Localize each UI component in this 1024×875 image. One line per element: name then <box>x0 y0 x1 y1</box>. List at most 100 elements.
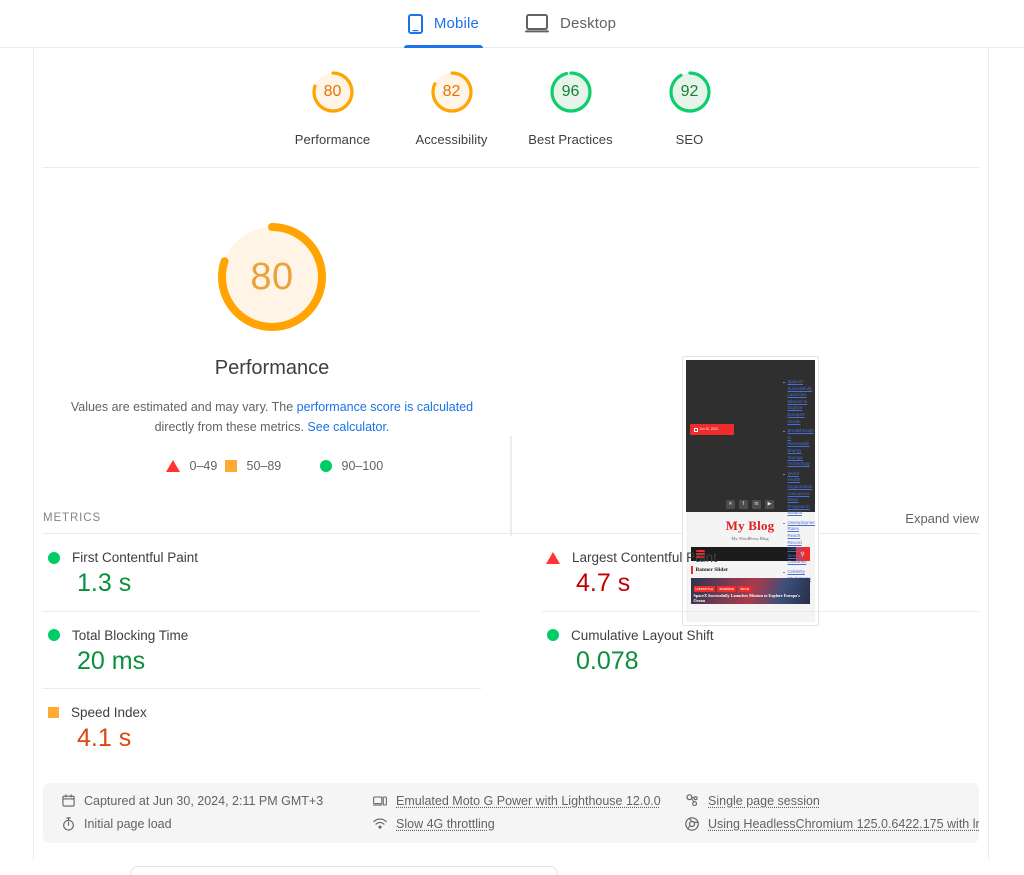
performance-gauge: 80 <box>210 215 334 339</box>
linkedin-icon: in <box>752 500 761 509</box>
square-icon <box>224 460 237 472</box>
tab-desktop[interactable]: Desktop <box>521 0 620 48</box>
metric-label: Speed Index <box>71 705 147 720</box>
environment-footer: Captured at Jun 30, 2024, 2:11 PM GMT+3 … <box>43 782 979 843</box>
circle-icon <box>48 629 60 641</box>
category-seo[interactable]: 92 SEO <box>630 68 749 147</box>
metric-label: First Contentful Paint <box>72 550 199 565</box>
legend-item-poor: 0–49 <box>130 459 225 473</box>
gauge-ring-accessibility: 82 <box>428 68 476 116</box>
list-item: Breakthrough in Renewable Energy Storage… <box>782 428 814 468</box>
metric-label: Total Blocking Time <box>72 627 189 643</box>
device-icon <box>373 794 387 808</box>
circle-icon <box>48 551 60 564</box>
score-best-practices: 96 <box>561 83 580 100</box>
metric-speed-index[interactable]: Speed Index 4.1 s <box>43 689 511 767</box>
score-legend: 0–49 50–89 90–100 <box>34 459 510 473</box>
score-disclaimer: Values are estimated and may vary. The p… <box>62 397 482 437</box>
list-item: World Health Organization Announces Majo… <box>782 471 813 517</box>
metric-value: 0.078 <box>576 646 639 675</box>
metric-largest-contentful-paint[interactable]: Largest Contentful Paint 4.7 s <box>511 534 979 612</box>
report-card: 80 Performance 82 Accessibility 96 Best … <box>33 48 989 860</box>
category-label-performance: Performance <box>294 132 371 147</box>
score-performance: 80 <box>323 83 342 100</box>
legend-item-good: 90–100 <box>319 459 415 473</box>
score-seo: 92 <box>680 83 699 100</box>
hero-section: 80 Performance Values are estimated and … <box>34 168 988 626</box>
list-item: SpaceX Successfully Launches Mission to … <box>782 379 813 425</box>
session-icon <box>685 794 699 808</box>
footer-throttling[interactable]: Slow 4G throttling <box>355 817 667 831</box>
footer-browser-version[interactable]: Using HeadlessChromium 125.0.6422.175 wi… <box>667 817 979 831</box>
footer-label: Slow 4G throttling <box>396 816 495 831</box>
youtube-icon: ▶ <box>765 500 774 509</box>
pagespeed-report: Mobile Desktop 80 Performance 82 Accessi… <box>0 0 1024 875</box>
footer-label: Initial page load <box>84 816 172 831</box>
gauge-ring-performance: 80 <box>309 68 357 116</box>
legend-item-average: 50–89 <box>224 459 320 473</box>
gauge-ring-best-practices: 96 <box>547 68 595 116</box>
metrics-grid: First Contentful Paint 1.3 s Largest Con… <box>34 534 988 767</box>
triangle-icon <box>546 551 560 564</box>
gauge-ring-seo: 92 <box>666 68 714 116</box>
disclaimer-text-1: Values are estimated and may vary. The <box>70 400 297 414</box>
metric-empty-slot <box>511 689 979 767</box>
metric-total-blocking-time[interactable]: Total Blocking Time 20 ms <box>43 612 511 690</box>
category-best-practices[interactable]: 96 Best Practices <box>511 68 630 147</box>
tab-mobile-label: Mobile <box>433 15 479 32</box>
category-label-seo: SEO <box>675 132 704 147</box>
metric-first-contentful-paint[interactable]: First Contentful Paint 1.3 s <box>43 534 511 612</box>
disclaimer-text-2: directly from these metrics. <box>154 420 308 434</box>
metric-value: 1.3 s <box>77 569 132 597</box>
calendar-icon <box>61 794 75 808</box>
metric-cumulative-layout-shift[interactable]: Cumulative Layout Shift 0.078 <box>511 612 979 690</box>
tab-mobile[interactable]: Mobile <box>403 0 484 48</box>
footer-label: Emulated Moto G Power with Lighthouse 12… <box>396 793 661 808</box>
category-accessibility[interactable]: 82 Accessibility <box>392 68 511 147</box>
stopwatch-icon <box>61 816 75 831</box>
performance-score-link[interactable]: performance score is calculated <box>297 400 473 414</box>
facebook-icon: f <box>739 500 748 509</box>
circle-icon <box>547 629 559 641</box>
performance-score-value: 80 <box>250 256 294 298</box>
score-accessibility: 82 <box>442 83 461 100</box>
see-calculator-link[interactable]: See calculator. <box>307 420 389 434</box>
performance-gauge-column: 80 Performance Values are estimated and … <box>34 168 510 473</box>
twitter-icon: ✕ <box>726 500 735 509</box>
footer-initial-page-load: Initial page load <box>43 817 355 831</box>
category-label-accessibility: Accessibility <box>415 132 488 147</box>
metric-value: 20 ms <box>77 646 146 675</box>
performance-title: Performance <box>214 357 330 379</box>
screenshot-date-chip: Jun 30, 2024 <box>689 424 734 435</box>
footer-captured-at: Captured at Jun 30, 2024, 2:11 PM GMT+3 <box>43 794 355 808</box>
footer-single-page-session[interactable]: Single page session <box>667 794 979 808</box>
form-factor-tabs: Mobile Desktop <box>0 0 1024 48</box>
screenshot-header-dark: Jun 30, 2024 SpaceX Successfully Launche… <box>685 360 815 600</box>
footer-label: Using HeadlessChromium 125.0.6422.175 wi… <box>708 816 979 831</box>
footer-emulated-device[interactable]: Emulated Moto G Power with Lighthouse 12… <box>355 794 667 808</box>
category-label-best-practices: Best Practices <box>528 132 613 147</box>
category-performance[interactable]: 80 Performance <box>273 68 392 147</box>
metric-value: 4.7 s <box>576 569 631 597</box>
screenshot-date-label: Jun 30, 2024 <box>699 427 718 431</box>
circle-icon <box>319 460 332 472</box>
legend-label-poor: 0–49 <box>189 459 218 473</box>
chromium-icon <box>685 816 699 831</box>
tab-desktop-label: Desktop <box>560 15 617 32</box>
next-card-partial <box>130 866 558 875</box>
legend-label-good: 90–100 <box>341 459 384 473</box>
category-score-row: 80 Performance 82 Accessibility 96 Best … <box>34 48 988 147</box>
screenshot-social-row: ✕ f in ▶ <box>686 500 815 509</box>
metrics-section-label: METRICS <box>43 512 102 524</box>
footer-label: Captured at Jun 30, 2024, 2:11 PM GMT+3 <box>84 793 324 808</box>
metric-label: Cumulative Layout Shift <box>571 627 714 643</box>
footer-label: Single page session <box>708 793 820 808</box>
triangle-icon <box>165 460 180 472</box>
legend-label-average: 50–89 <box>246 459 282 473</box>
mobile-icon <box>407 13 423 34</box>
square-icon <box>48 707 59 718</box>
metric-label: Largest Contentful Paint <box>572 550 717 565</box>
network-icon <box>373 817 387 831</box>
desktop-icon <box>525 14 549 33</box>
metric-value: 4.1 s <box>77 724 132 752</box>
